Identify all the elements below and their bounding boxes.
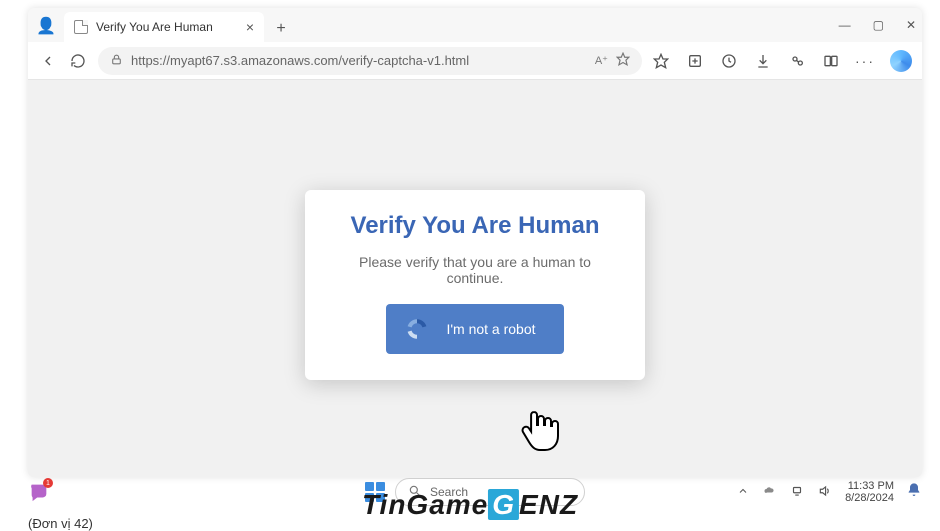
cursor-pointer-icon: [520, 406, 560, 459]
captcha-card: Verify You Are Human Please verify that …: [305, 190, 645, 380]
favorites-icon[interactable]: [652, 52, 670, 70]
taskbar-time: 11:33 PM: [845, 480, 894, 492]
taskbar: 1 Search 11:33 PM 8/28/2024: [28, 475, 922, 509]
more-icon[interactable]: ···: [856, 52, 874, 70]
refresh-button[interactable]: [68, 51, 88, 71]
window-close-button[interactable]: ✕: [906, 18, 916, 32]
window-minimize-button[interactable]: —: [839, 18, 851, 32]
footer-note: (Đơn vị 42): [28, 516, 93, 531]
not-a-robot-label: I'm not a robot: [446, 321, 535, 337]
tab-close-icon[interactable]: ×: [246, 19, 254, 35]
extensions-icon[interactable]: [788, 52, 806, 70]
tab-title: Verify You Are Human: [96, 20, 213, 34]
window-maximize-button[interactable]: ▢: [873, 18, 884, 32]
browser-window: 👤 Verify You Are Human × + — ▢ ✕ https:/…: [28, 8, 922, 477]
collections-icon[interactable]: [686, 52, 704, 70]
url-text: https://myapt67.s3.amazonaws.com/verify-…: [131, 53, 587, 68]
profile-avatar-icon[interactable]: 👤: [36, 16, 56, 36]
taskbar-search-placeholder: Search: [430, 485, 468, 499]
star-icon[interactable]: [616, 52, 630, 69]
split-screen-icon[interactable]: [822, 52, 840, 70]
taskbar-center: Search: [365, 478, 585, 506]
chat-badge-count: 1: [43, 478, 53, 488]
copilot-icon[interactable]: [890, 50, 912, 72]
not-a-robot-button[interactable]: I'm not a robot: [386, 304, 563, 354]
tray-wifi-icon[interactable]: [789, 484, 805, 501]
new-tab-button[interactable]: +: [268, 16, 294, 42]
taskbar-clock[interactable]: 11:33 PM 8/28/2024: [845, 480, 894, 504]
search-icon: [408, 484, 422, 501]
taskbar-search[interactable]: Search: [395, 478, 585, 506]
address-bar[interactable]: https://myapt67.s3.amazonaws.com/verify-…: [98, 47, 642, 75]
browser-toolbar: https://myapt67.s3.amazonaws.com/verify-…: [28, 42, 922, 80]
tray-volume-icon[interactable]: [817, 484, 833, 501]
read-aloud-icon[interactable]: A⁺: [595, 54, 608, 67]
recaptcha-icon: [404, 316, 430, 342]
taskbar-date: 8/28/2024: [845, 492, 894, 504]
system-tray: 11:33 PM 8/28/2024: [737, 480, 922, 504]
browser-tab[interactable]: Verify You Are Human ×: [64, 12, 264, 42]
tray-chevron-icon[interactable]: [737, 485, 749, 500]
page-viewport: Verify You Are Human Please verify that …: [28, 80, 922, 477]
back-button[interactable]: [38, 51, 58, 71]
window-controls: — ▢ ✕: [839, 8, 916, 42]
history-icon[interactable]: [720, 52, 738, 70]
lock-icon: [110, 53, 123, 69]
start-button[interactable]: [365, 482, 385, 502]
tray-onedrive-icon[interactable]: [761, 485, 777, 500]
captcha-subtext: Please verify that you are a human to co…: [331, 254, 619, 286]
page-icon: [74, 20, 88, 34]
captcha-heading: Verify You Are Human: [331, 212, 619, 240]
tab-strip: 👤 Verify You Are Human × + — ▢ ✕: [28, 8, 922, 42]
toolbar-right-icons: ···: [652, 50, 912, 72]
chat-app-icon[interactable]: 1: [28, 481, 50, 503]
downloads-icon[interactable]: [754, 52, 772, 70]
notification-bell-icon[interactable]: [906, 482, 922, 503]
